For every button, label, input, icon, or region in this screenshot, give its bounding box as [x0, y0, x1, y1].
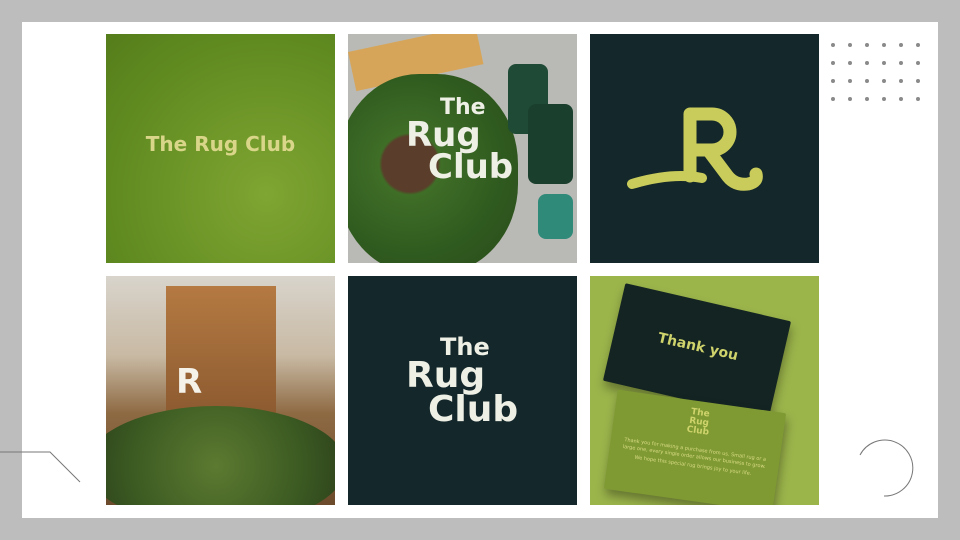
- circle-arc-decoration: [859, 439, 914, 497]
- corner-line-decoration: [0, 451, 81, 483]
- line-decorations: [0, 439, 914, 497]
